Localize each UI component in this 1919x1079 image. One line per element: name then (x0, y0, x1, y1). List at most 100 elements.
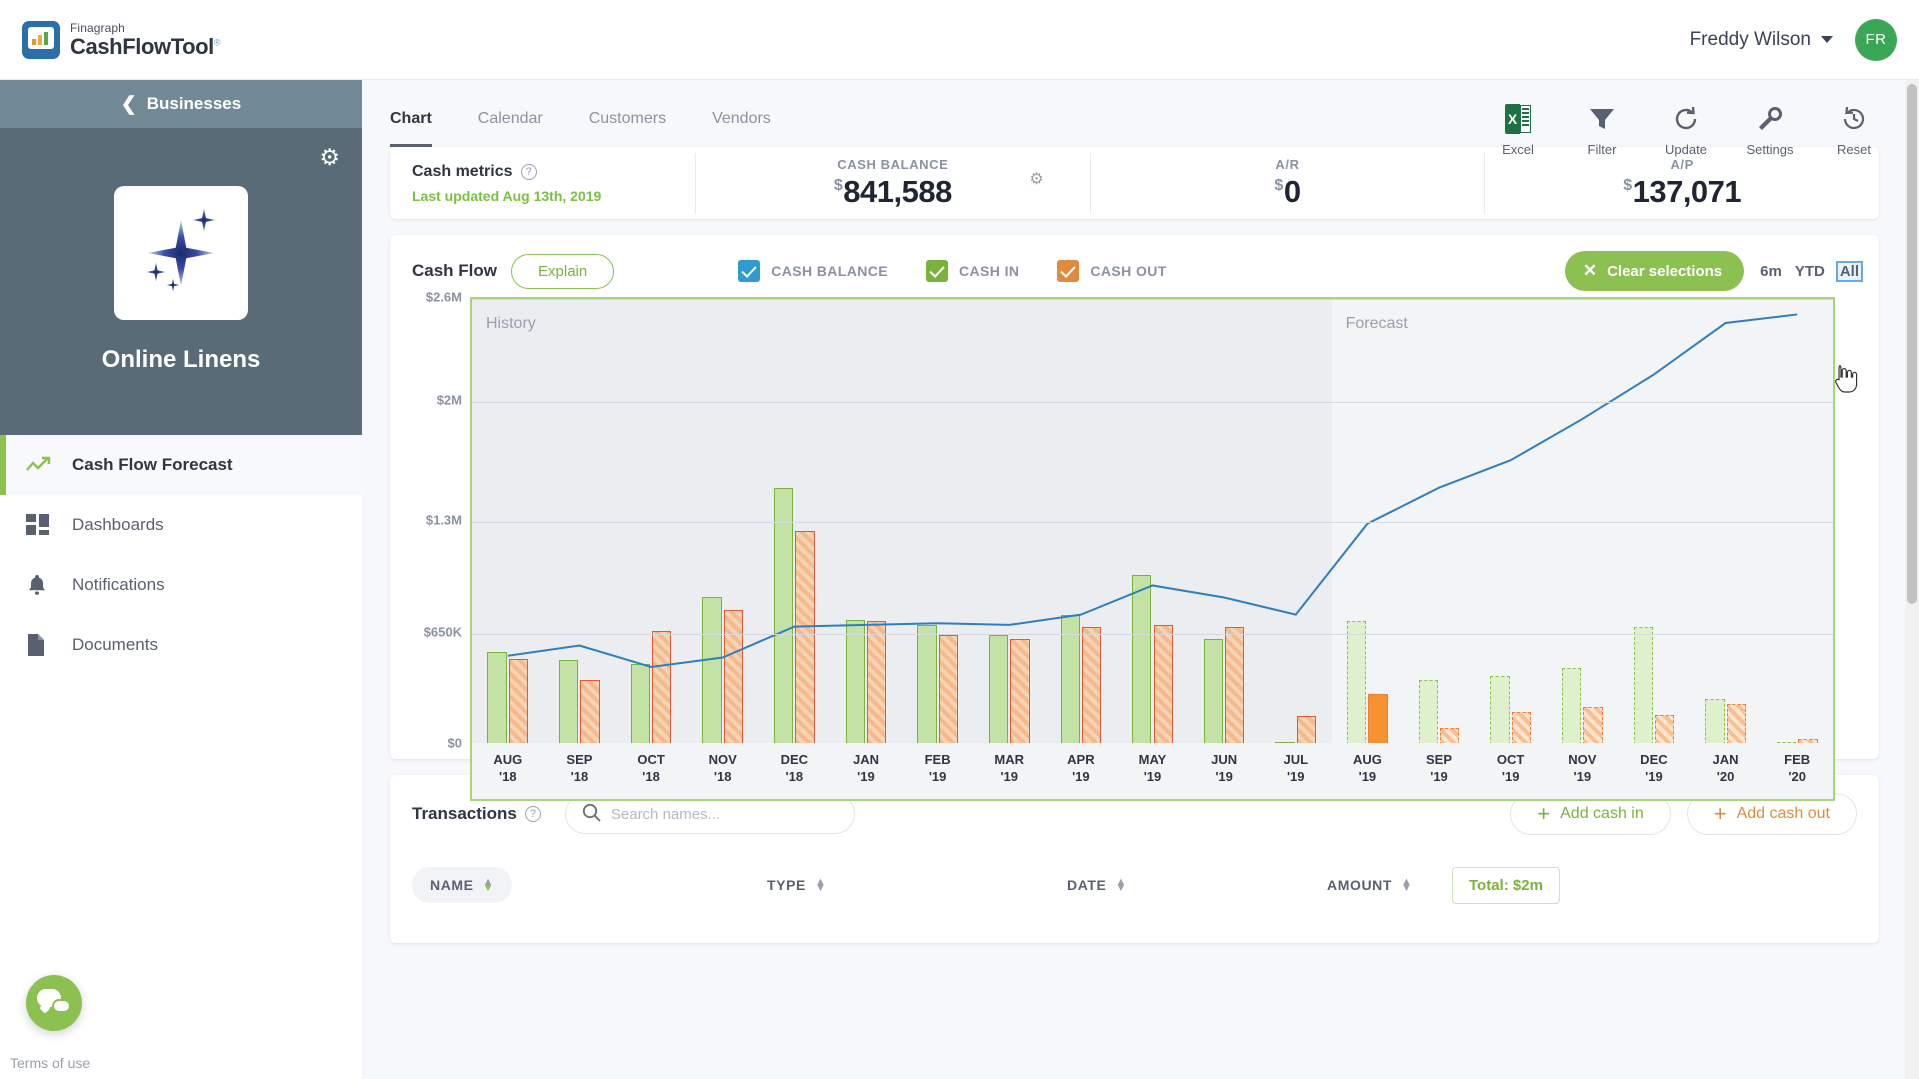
sidebar-item-label: Cash Flow Forecast (72, 455, 233, 474)
x-axis: AUG '18 SEP '18 OCT '18 NOV '18 DEC '18 JAN '19 FEB '… (470, 743, 1835, 801)
plus-icon: + (1537, 801, 1551, 826)
chevron-down-icon[interactable] (1821, 36, 1833, 43)
sort-icon[interactable]: ▲ ▼ (815, 877, 827, 894)
checkbox-cash-balance[interactable] (738, 260, 761, 282)
legend-cash-in[interactable]: CASH IN (926, 260, 1019, 282)
sparkle-icon (126, 198, 236, 308)
x-axis-tick: NOV '19 (1568, 752, 1597, 784)
legend-cash-balance[interactable]: CASH BALANCE (738, 260, 888, 282)
user-name[interactable]: Freddy Wilson (1690, 29, 1811, 51)
reset-button[interactable]: Reset (1829, 102, 1879, 157)
tab-vendors[interactable]: Vendors (712, 110, 771, 144)
checkbox-cash-out[interactable] (1057, 260, 1080, 282)
sidebar: ❮ Businesses ⚙ Online Linens Cash Flow F… (0, 80, 362, 1079)
currency-symbol: $ (833, 177, 843, 195)
chat-widget-button[interactable] (26, 975, 82, 1031)
legend-label: CASH OUT (1090, 263, 1167, 279)
back-to-businesses-label: Businesses (146, 94, 242, 113)
excel-button[interactable]: X Excel (1493, 102, 1543, 157)
tab-customers[interactable]: Customers (589, 110, 666, 144)
x-axis-tick: AUG '19 (1352, 752, 1382, 784)
x-axis-tick: SEP '19 (1426, 752, 1453, 784)
help-icon[interactable]: ? (524, 806, 541, 822)
gridline (472, 401, 1833, 403)
sidebar-item-documents[interactable]: Documents (0, 615, 362, 675)
brand-trademark: ® (213, 37, 221, 48)
gridline (472, 299, 1833, 300)
close-icon: ✕ (1582, 261, 1598, 280)
x-axis-tick: JUN '19 (1211, 752, 1238, 784)
column-header-date[interactable]: DATE ▲ ▼ (1067, 877, 1127, 894)
gridline (472, 522, 1833, 523)
x-axis-tick: MAY '19 (1138, 752, 1167, 784)
metric-value: 137,071 (1632, 173, 1742, 209)
metric-gear-icon[interactable]: ⚙ (1029, 169, 1043, 189)
sort-icon[interactable]: ▲ ▼ (1115, 877, 1127, 894)
clear-selections-button[interactable]: ✕ Clear selections (1564, 251, 1745, 291)
total-badge: Total: $2m (1452, 866, 1560, 904)
business-name: Online Linens (101, 346, 261, 373)
page-scrollbar[interactable] (1905, 80, 1919, 1079)
sidebar-item-notifications[interactable]: Notifications (0, 555, 362, 615)
currency-symbol: $ (1623, 177, 1632, 195)
help-icon[interactable]: ? (520, 163, 537, 180)
column-header-amount[interactable]: AMOUNT ▲ ▼ (1327, 877, 1413, 894)
chart-legend: CASH BALANCE CASH IN CASH OUT (738, 260, 1166, 282)
search-icon (582, 803, 601, 825)
column-header-name[interactable]: NAME ▲ ▼ (412, 867, 513, 903)
checkbox-cash-in[interactable] (926, 260, 949, 282)
main-content: Chart Calendar Customers Vendors X Excel… (362, 80, 1919, 1079)
cashflowtool-logo-icon (22, 20, 60, 59)
x-axis-tick: DEC '19 (1640, 752, 1668, 784)
update-button[interactable]: Update (1661, 102, 1711, 157)
range-ytd[interactable]: YTD (1795, 263, 1825, 280)
range-all[interactable]: All (1835, 260, 1864, 282)
x-axis-tick: JAN '20 (1712, 752, 1739, 784)
sort-icon[interactable]: ▲ ▼ (483, 877, 495, 894)
x-axis-tick: DEC '18 (780, 752, 809, 784)
terms-of-use-link[interactable]: Terms of use (10, 1055, 90, 1071)
document-icon (26, 633, 72, 657)
x-axis-tick: APR '19 (1067, 752, 1095, 784)
range-6m[interactable]: 6m (1760, 263, 1782, 280)
gear-icon[interactable]: ⚙ (319, 146, 340, 169)
sidebar-item-label: Dashboards (72, 515, 164, 534)
funnel-icon (1588, 102, 1616, 136)
legend-cash-out[interactable]: CASH OUT (1057, 260, 1166, 282)
back-to-businesses-button[interactable]: ❮ Businesses (0, 80, 362, 128)
last-updated-label: Last updated Aug 13th, 2019 (412, 187, 602, 204)
sidebar-item-label: Documents (72, 635, 158, 654)
excel-icon: X (1505, 102, 1531, 136)
cash-metrics-card: Cash metrics ? Last updated Aug 13th, 20… (390, 147, 1879, 219)
scrollbar-thumb[interactable] (1907, 84, 1917, 604)
range-selector: 6m YTD All (1760, 260, 1864, 282)
clear-selections-label: Clear selections (1607, 262, 1723, 280)
business-card: ⚙ Online Linens (0, 128, 362, 435)
tab-calendar[interactable]: Calendar (478, 110, 543, 144)
sidebar-item-cash-flow-forecast[interactable]: Cash Flow Forecast (0, 435, 362, 495)
add-cash-out-label: Add cash out (1736, 805, 1830, 822)
wrench-icon (1756, 102, 1784, 136)
explain-button[interactable]: Explain (511, 253, 615, 289)
search-input[interactable] (610, 805, 838, 823)
sidebar-item-label: Notifications (72, 575, 165, 594)
column-header-type[interactable]: TYPE ▲ ▼ (767, 877, 827, 894)
filter-button[interactable]: Filter (1577, 102, 1627, 157)
brand-logo[interactable]: Finagraph CashFlowTool® (22, 20, 221, 59)
chart-header: Cash Flow Explain CASH BALANCE CASH IN C… (408, 251, 1864, 291)
x-axis-tick: SEP '18 (566, 752, 593, 784)
settings-button[interactable]: Settings (1745, 102, 1795, 157)
tab-chart[interactable]: Chart (390, 110, 432, 147)
sidebar-item-dashboards[interactable]: Dashboards (0, 495, 362, 555)
x-axis-tick: FEB '19 (924, 752, 951, 784)
plot-canvas[interactable]: History Forecast (470, 297, 1835, 747)
y-axis-tick: $1.3M (425, 512, 462, 528)
x-axis-tick: NOV '18 (708, 752, 737, 784)
column-label: AMOUNT (1327, 877, 1393, 893)
x-axis-tick: MAR '19 (994, 752, 1025, 784)
avatar[interactable]: FR (1855, 18, 1897, 61)
brand-top-label: Finagraph (70, 20, 125, 35)
brand-bottom-label: CashFlowTool (70, 33, 214, 59)
sort-icon[interactable]: ▲ ▼ (1401, 877, 1413, 894)
column-label: NAME (430, 877, 474, 893)
